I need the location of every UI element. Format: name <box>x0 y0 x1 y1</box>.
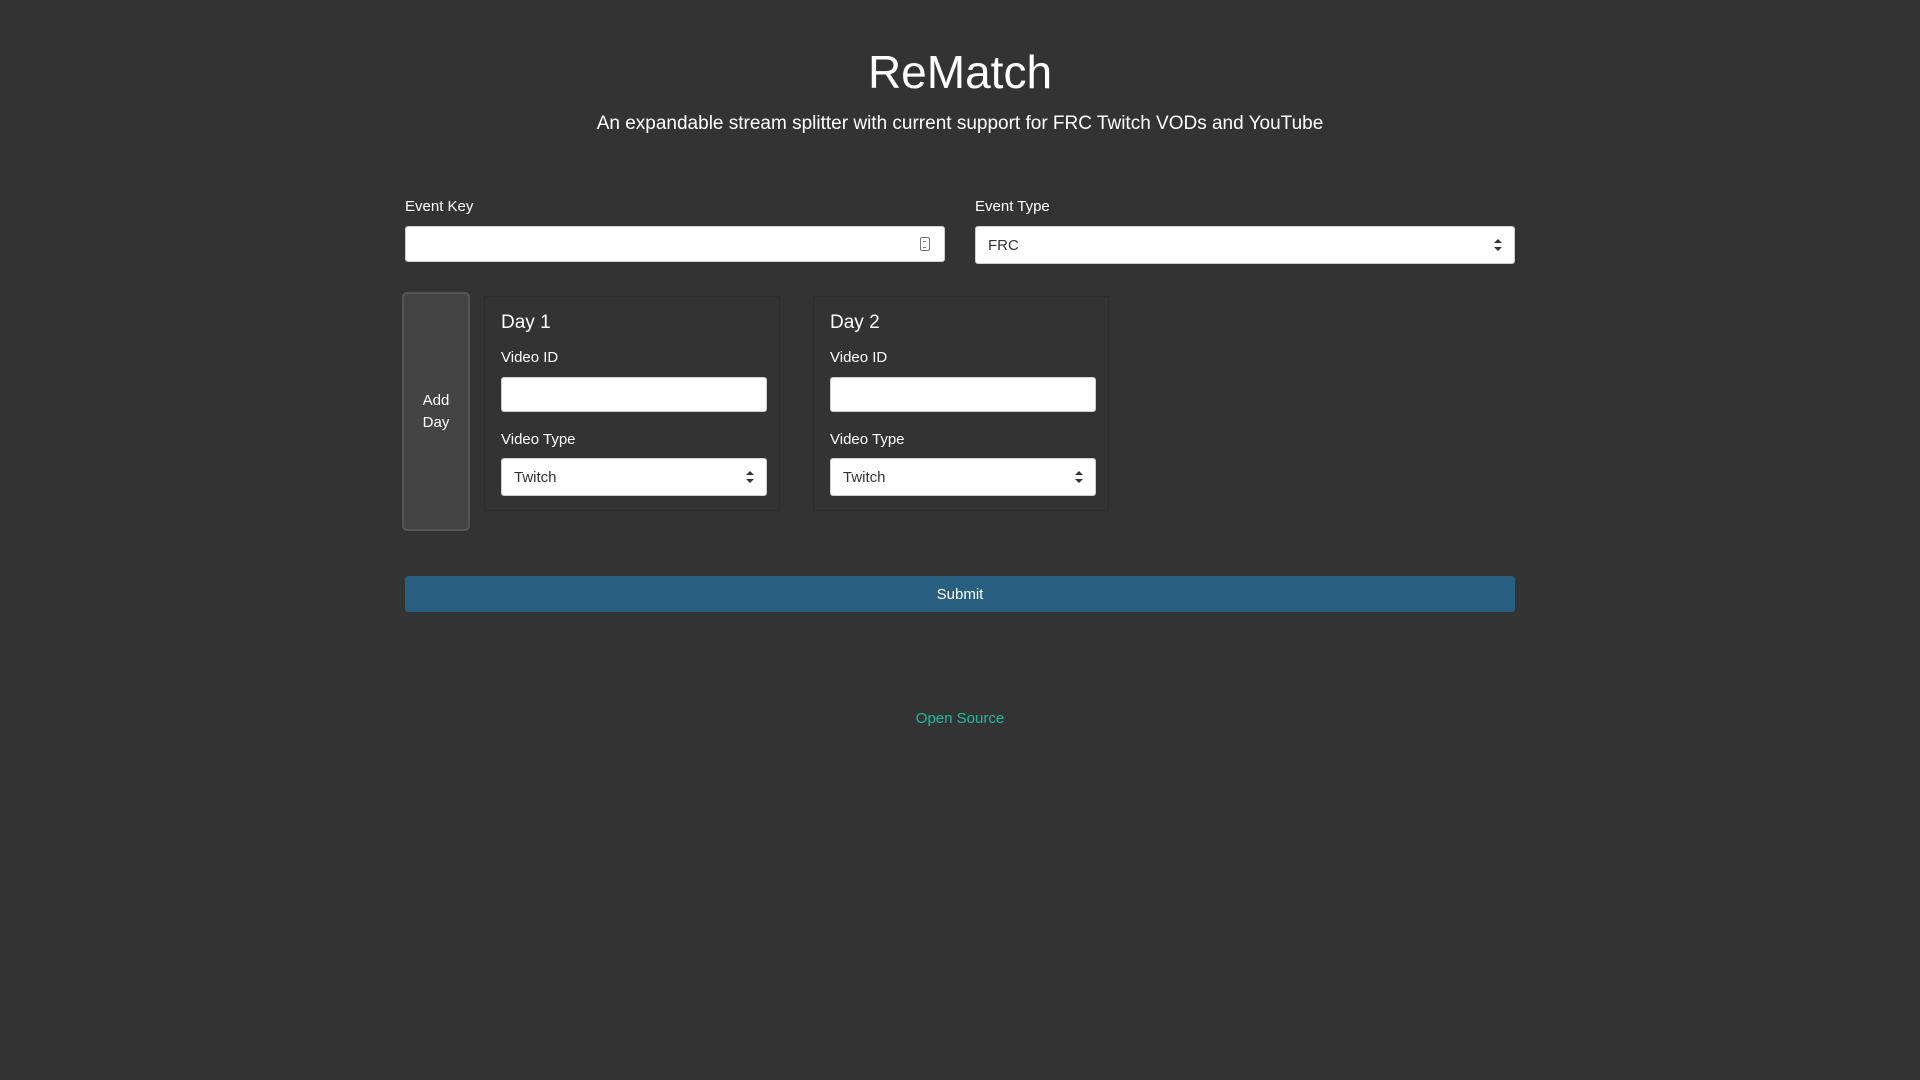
chevron-updown-icon <box>1075 471 1083 483</box>
password-manager-icon[interactable] <box>920 237 930 251</box>
day-title: Day 2 <box>830 312 880 333</box>
chevron-updown-icon <box>1494 239 1502 251</box>
header: ReMatch An expandable stream splitter wi… <box>0 44 1920 136</box>
day-card-1: Day 1 Video ID Video Type Twitch <box>484 296 780 511</box>
video-type-value: Twitch <box>843 468 886 486</box>
video-type-label: Video Type <box>830 431 905 448</box>
page-title: ReMatch <box>867 46 1053 98</box>
submit-label: Submit <box>936 585 984 603</box>
day-title: Day 1 <box>501 312 551 333</box>
chevron-updown-icon <box>746 471 754 483</box>
video-id-label: Video ID <box>501 349 559 366</box>
event-type-select[interactable]: FRC <box>975 226 1515 264</box>
video-type-select[interactable]: Twitch <box>501 458 767 496</box>
video-id-input[interactable] <box>830 377 1096 412</box>
event-type-value: FRC <box>988 236 1019 254</box>
add-day-label-line2: Day <box>422 413 450 431</box>
add-day-label-line1: Add <box>422 391 450 409</box>
video-id-input[interactable] <box>501 377 767 412</box>
event-key-input[interactable] <box>405 226 945 262</box>
event-key-label: Event Key <box>405 198 474 215</box>
video-type-label: Video Type <box>501 431 576 448</box>
submit-button[interactable]: Submit <box>405 576 1515 612</box>
event-type-label: Event Type <box>975 198 1050 215</box>
add-day-button[interactable]: Add Day <box>402 292 470 531</box>
video-type-select[interactable]: Twitch <box>830 458 1096 496</box>
video-id-label: Video ID <box>830 349 888 366</box>
page-subtitle: An expandable stream splitter with curre… <box>596 113 1324 134</box>
video-type-value: Twitch <box>514 468 557 486</box>
day-card-2: Day 2 Video ID Video Type Twitch <box>813 296 1109 511</box>
page: ReMatch An expandable stream splitter wi… <box>0 0 1920 1080</box>
open-source-link[interactable]: Open Source <box>0 710 1920 727</box>
